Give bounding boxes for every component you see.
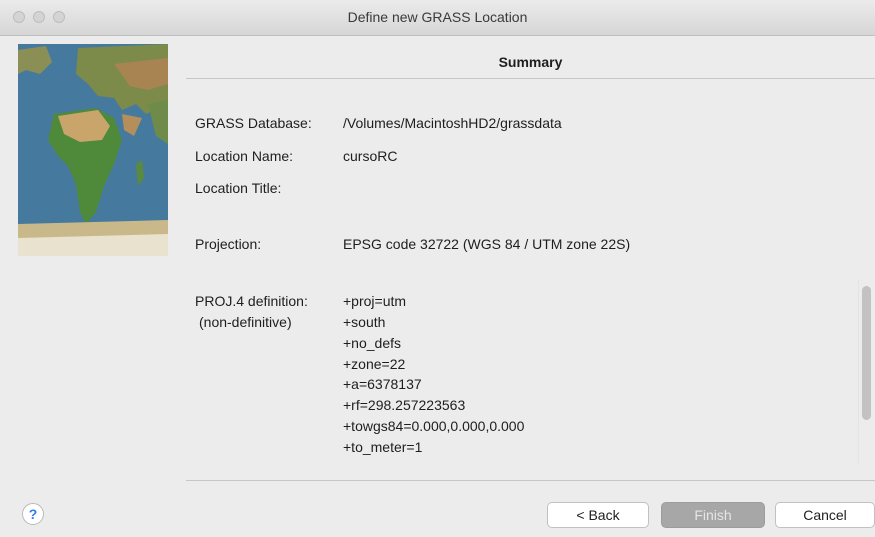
footer-divider [186,480,875,481]
help-button[interactable]: ? [22,503,44,525]
proj4-sublabel: (non-definitive) [199,314,292,330]
finish-button[interactable]: Finish [661,502,765,528]
proj4-line: +proj=utm [343,293,407,309]
proj4-line: +south [343,314,386,330]
world-map-image [18,44,168,256]
window-title: Define new GRASS Location [347,9,528,25]
projection-value: EPSG code 32722 (WGS 84 / UTM zone 22S) [343,236,631,252]
proj4-line: +no_defs [343,335,401,351]
projection-label: Projection: [195,236,262,252]
proj4-line: +rf=298.257223563 [343,397,466,413]
proj4-label: PROJ.4 definition: [195,293,308,309]
proj4-line: +towgs84=0.000,0.000,0.000 [343,418,525,434]
database-label: GRASS Database: [195,115,312,131]
help-icon: ? [28,506,38,522]
location-title-label: Location Title: [195,180,282,196]
location-name-label: Location Name: [195,148,294,164]
scroll-track [858,280,859,465]
cancel-button[interactable]: Cancel [775,502,875,528]
header-divider [186,78,875,79]
location-name-value: cursoRC [343,148,398,164]
database-value: /Volumes/MacintoshHD2/grassdata [343,115,562,131]
title-bar: Define new GRASS Location [0,0,875,36]
proj4-line: +zone=22 [343,356,406,372]
back-button[interactable]: < Back [547,502,649,528]
page-title: Summary [498,54,563,70]
vertical-scrollbar-thumb[interactable] [862,286,871,420]
proj4-line: +to_meter=1 [343,439,423,455]
proj4-line: +a=6378137 [343,376,422,392]
